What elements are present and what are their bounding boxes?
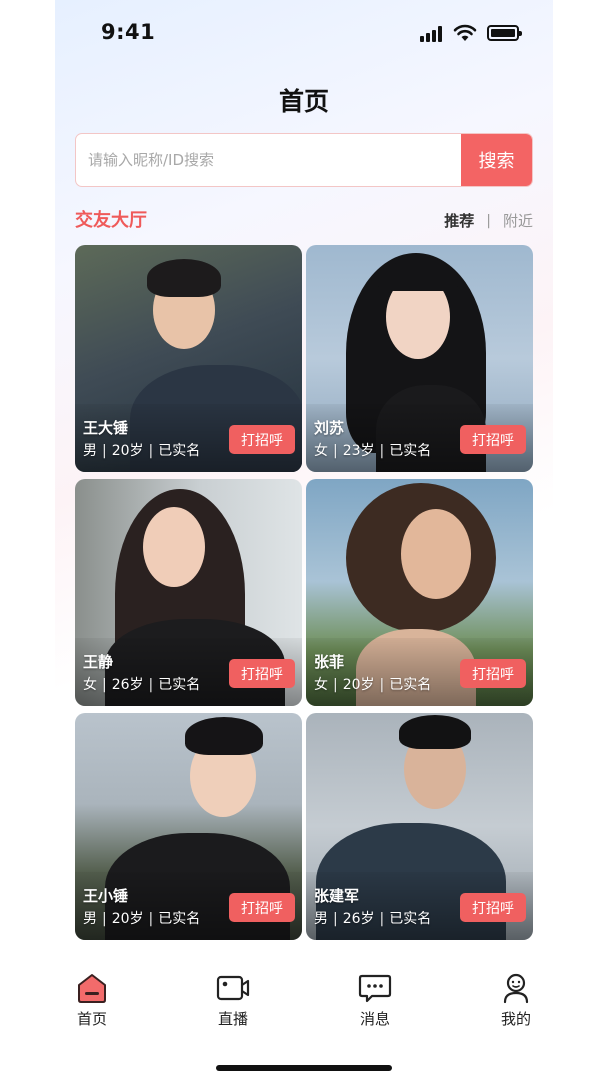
user-card[interactable]: 王小锤 男 | 20岁 | 已实名 打招呼	[75, 713, 302, 940]
user-meta: 女 | 20岁 | 已实名	[314, 677, 432, 693]
phone-screen: 9:41 首页 搜索 交友大厅 推荐 | 附近	[55, 0, 553, 1080]
user-name: 张建军	[314, 887, 360, 905]
bottom-tab-bar: 首页 直播 消息 我的	[55, 960, 553, 1040]
greet-button[interactable]: 打招呼	[229, 425, 295, 454]
tab-label: 消息	[359, 1010, 390, 1028]
chat-bubble-icon	[358, 972, 392, 1004]
home-indicator	[216, 1065, 392, 1071]
user-meta: 男 | 20岁 | 已实名	[83, 443, 201, 459]
user-card[interactable]: 刘苏 女 | 23岁 | 已实名 打招呼	[306, 245, 533, 472]
tab-nearby[interactable]: 附近	[503, 210, 533, 231]
tab-live[interactable]: 直播	[193, 972, 273, 1029]
greet-button[interactable]: 打招呼	[460, 659, 526, 688]
tab-profile[interactable]: 我的	[476, 972, 553, 1029]
greet-button[interactable]: 打招呼	[460, 893, 526, 922]
tab-home[interactable]: 首页	[55, 972, 132, 1029]
user-meta: 女 | 26岁 | 已实名	[83, 677, 201, 693]
search-input[interactable]	[76, 134, 460, 186]
user-name: 王小锤	[83, 887, 129, 905]
status-bar: 9:41	[55, 0, 553, 68]
user-card[interactable]: 王大锤 男 | 20岁 | 已实名 打招呼	[75, 245, 302, 472]
status-time: 9:41	[101, 20, 156, 44]
user-meta: 男 | 26岁 | 已实名	[314, 911, 432, 927]
user-meta: 男 | 20岁 | 已实名	[83, 911, 201, 927]
search-bar: 搜索	[75, 133, 533, 187]
home-icon	[75, 972, 109, 1004]
filter-tabs: 推荐 | 附近	[444, 210, 533, 231]
search-button[interactable]: 搜索	[461, 134, 532, 186]
user-name: 张菲	[314, 653, 345, 671]
user-meta: 女 | 23岁 | 已实名	[314, 443, 432, 459]
user-name: 刘苏	[314, 419, 345, 437]
tab-label: 首页	[76, 1010, 107, 1028]
video-camera-icon	[216, 972, 250, 1004]
wifi-icon	[453, 24, 477, 41]
tab-label: 我的	[500, 1010, 531, 1028]
filter-separator: |	[486, 212, 491, 229]
user-card[interactable]: 张菲 女 | 20岁 | 已实名 打招呼	[306, 479, 533, 706]
greet-button[interactable]: 打招呼	[460, 425, 526, 454]
tab-recommend[interactable]: 推荐	[444, 210, 474, 231]
greet-button[interactable]: 打招呼	[229, 893, 295, 922]
user-card[interactable]: 王静 女 | 26岁 | 已实名 打招呼	[75, 479, 302, 706]
user-name: 王大锤	[83, 419, 129, 437]
user-name: 王静	[83, 653, 114, 671]
user-card[interactable]: 张建军 男 | 26岁 | 已实名 打招呼	[306, 713, 533, 940]
person-icon	[499, 972, 533, 1004]
tab-label: 直播	[217, 1010, 248, 1028]
tab-messages[interactable]: 消息	[335, 972, 415, 1029]
section-title: 交友大厅	[75, 210, 147, 231]
battery-icon	[487, 25, 522, 41]
greet-button[interactable]: 打招呼	[229, 659, 295, 688]
cellular-signal-icon	[420, 26, 444, 42]
page-title: 首页	[278, 87, 329, 116]
